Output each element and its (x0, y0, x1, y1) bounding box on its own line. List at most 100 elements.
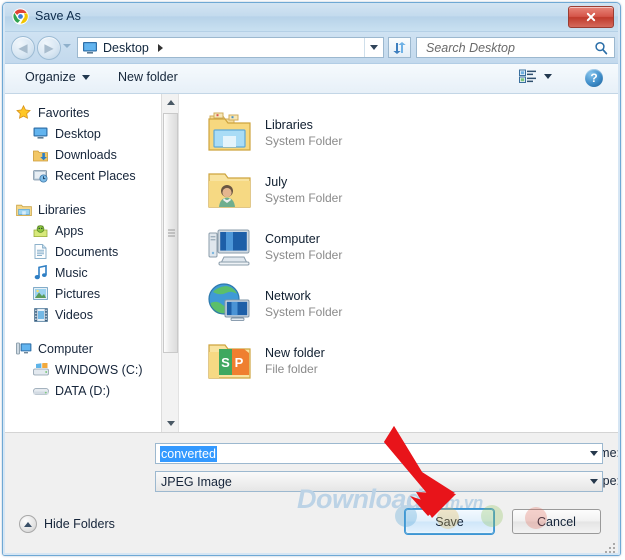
documents-icon (32, 244, 49, 260)
sidebar-item-recent-places[interactable]: Recent Places (3, 165, 178, 186)
chevron-up-circle-icon (19, 515, 37, 533)
filetype-row: Save as type: JPEG Image (3, 471, 620, 493)
sidebar-item-data-d[interactable]: DATA (D:) (3, 380, 178, 401)
scrollbar-thumb[interactable] (163, 113, 178, 353)
save-label: Save (435, 514, 464, 529)
history-dropdown-icon[interactable] (63, 44, 71, 48)
sidebar-item-apps[interactable]: Apps (3, 220, 178, 241)
search-box[interactable] (416, 37, 615, 58)
scroll-up-button[interactable] (162, 94, 179, 111)
filetype-select[interactable]: JPEG Image (155, 471, 603, 492)
chevron-down-icon (589, 451, 598, 456)
hide-folders-button[interactable]: Hide Folders (19, 515, 115, 533)
music-icon (32, 265, 49, 281)
scrollbar-grip-icon (168, 229, 175, 237)
sidebar-item-desktop[interactable]: Desktop (3, 123, 178, 144)
sidebar-item-downloads[interactable]: Downloads (3, 144, 178, 165)
filetype-dropdown-button[interactable] (585, 472, 602, 491)
sidebar-label: Favorites (38, 105, 90, 120)
filename-input[interactable]: converted (155, 443, 603, 464)
desktop-icon (32, 126, 49, 142)
back-arrow-icon: ◀ (18, 41, 28, 55)
back-button[interactable]: ◀ (11, 36, 35, 60)
address-dropdown-button[interactable] (364, 38, 383, 57)
help-button[interactable]: ? (585, 69, 603, 87)
help-label: ? (590, 71, 598, 85)
sidebar-scrollbar[interactable] (161, 94, 178, 432)
cancel-label: Cancel (537, 514, 576, 529)
list-item[interactable]: Computer System Folder (207, 218, 620, 275)
list-item[interactable]: Network System Folder (207, 275, 620, 332)
svg-text:S: S (221, 355, 230, 370)
refresh-button[interactable] (388, 37, 411, 58)
resize-grip[interactable] (605, 543, 616, 554)
sidebar-label: Videos (55, 307, 93, 322)
list-item[interactable]: S P New folder File folder (207, 332, 620, 389)
organize-label: Organize (25, 70, 76, 84)
save-form: File name: converted Save as type: JPEG … (3, 432, 620, 495)
organize-button[interactable]: Organize (25, 70, 90, 84)
save-button[interactable]: Save (405, 509, 494, 534)
libraries-folder-icon (208, 112, 251, 151)
sidebar-item-computer[interactable]: Computer (3, 338, 178, 359)
list-item[interactable]: Libraries System Folder (207, 104, 620, 161)
search-input[interactable] (424, 39, 594, 56)
chevron-down-icon (370, 45, 378, 50)
sidebar-item-favorites[interactable]: Favorites (3, 102, 178, 123)
computer-monitor-icon (208, 229, 250, 266)
chevron-down-icon (81, 74, 90, 80)
file-type: System Folder (265, 304, 343, 319)
sidebar-item-documents[interactable]: Documents (3, 241, 178, 262)
network-globe-icon (208, 283, 250, 322)
forward-button[interactable]: ▶ (37, 36, 61, 60)
sidebar-label: Libraries (38, 202, 86, 217)
sidebar-label: Music (55, 265, 88, 280)
file-name: Libraries (265, 117, 313, 132)
recent-places-icon (32, 168, 49, 184)
sidebar-label: Apps (55, 223, 84, 238)
apps-icon (32, 223, 49, 239)
search-icon (595, 41, 608, 54)
triangle-up-icon (166, 100, 175, 105)
path-separator-icon (157, 43, 163, 52)
list-item[interactable]: July System Folder (207, 161, 620, 218)
drive-icon (32, 383, 49, 399)
close-button[interactable] (568, 6, 614, 28)
new-folder-label: New folder (118, 70, 178, 84)
file-name: Network (265, 288, 311, 303)
pictures-icon (32, 286, 49, 302)
sidebar-item-pictures[interactable]: Pictures (3, 283, 178, 304)
sidebar-label: Pictures (55, 286, 101, 301)
forward-arrow-icon: ▶ (44, 41, 54, 55)
filetype-value: JPEG Image (161, 474, 232, 489)
sidebar-label: Recent Places (55, 168, 136, 183)
chevron-down-icon (589, 479, 598, 484)
view-options-button[interactable] (519, 69, 552, 84)
sidebar-item-windows-c[interactable]: WINDOWS (C:) (3, 359, 178, 380)
sidebar-item-libraries[interactable]: Libraries (3, 199, 178, 220)
toolbar: Organize New folder ? (3, 64, 620, 94)
new-folder-button[interactable]: New folder (118, 70, 178, 84)
sidebar-item-videos[interactable]: Videos (3, 304, 178, 325)
star-icon (15, 105, 32, 121)
desktop-monitor-icon (83, 41, 97, 54)
window-title: Save As (35, 9, 81, 23)
sidebar-label: WINDOWS (C:) (55, 362, 143, 377)
navigation-sidebar: Favorites Desktop Downloads Recent Place… (3, 94, 179, 432)
downloads-icon (32, 147, 49, 163)
user-folder-icon (208, 173, 251, 208)
sidebar-item-music[interactable]: Music (3, 262, 178, 283)
new-folder-icon: S P (208, 344, 251, 379)
videos-icon (32, 307, 49, 323)
cancel-button[interactable]: Cancel (512, 509, 601, 534)
file-name: Computer (265, 231, 320, 246)
address-bar[interactable]: Desktop (77, 37, 384, 58)
sidebar-label: Computer (38, 341, 93, 356)
view-options-icon (519, 69, 536, 83)
filename-dropdown-button[interactable] (585, 444, 602, 463)
scroll-down-button[interactable] (162, 415, 179, 432)
address-path-label: Desktop (103, 40, 149, 55)
windows-drive-icon (32, 362, 49, 378)
triangle-down-icon (166, 421, 175, 426)
